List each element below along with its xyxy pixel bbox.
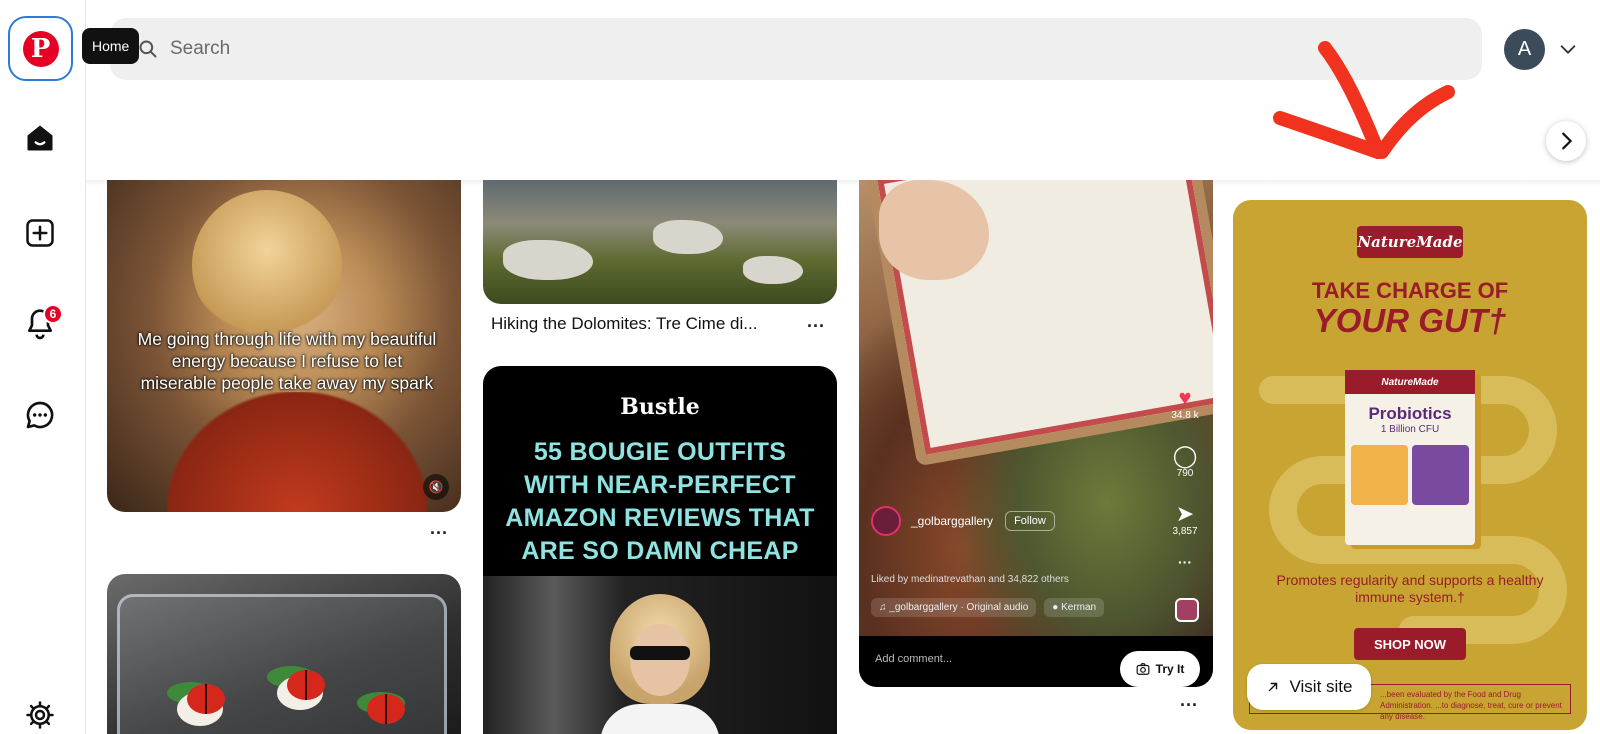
- pin-hiking-card[interactable]: [483, 180, 837, 304]
- sidebar-item-messages[interactable]: [15, 390, 65, 440]
- follow-button[interactable]: Follow: [1005, 511, 1055, 531]
- chevron-right-icon: [1562, 132, 1573, 150]
- pin-image-detail: [653, 220, 723, 254]
- carousel-next-button[interactable]: [1546, 121, 1586, 161]
- username[interactable]: _golbarggallery: [911, 514, 993, 528]
- location-label: Kerman: [1061, 602, 1097, 613]
- like-count: 34.8 k: [1171, 410, 1199, 421]
- comment-bar: Add comment... Try It: [859, 636, 1213, 687]
- annotation-arrow-icon: [1273, 41, 1455, 159]
- visit-site-label: Visit site: [1289, 677, 1353, 696]
- ad-headline-1: TAKE CHARGE OF: [1311, 278, 1509, 303]
- ladybug-decoration: [367, 694, 405, 724]
- sidebar-item-settings[interactable]: [15, 690, 65, 734]
- liked-by-text: Liked by medinatrevathan and 34,822 othe…: [871, 574, 1069, 585]
- pin-more-options[interactable]: ...: [1180, 690, 1198, 711]
- pin-video-card[interactable]: Me going through life with my beautiful …: [107, 180, 461, 512]
- notification-badge: 6: [43, 304, 63, 324]
- heart-icon: ♥: [1178, 385, 1192, 410]
- naturemade-logo: NatureMade: [1357, 226, 1463, 258]
- pin-bustle-card[interactable]: Bustle 55 BOUGIE OUTFITS WITH NEAR-PERFE…: [483, 366, 837, 734]
- pin-more-options[interactable]: ...: [807, 311, 825, 332]
- send-icon: ➤: [1175, 501, 1195, 526]
- home-icon: [27, 125, 53, 151]
- sidebar-item-create[interactable]: [15, 208, 65, 258]
- pin-more-options[interactable]: ...: [430, 518, 448, 539]
- search-icon: [139, 40, 157, 58]
- camera-icon: [1136, 663, 1150, 675]
- pin-brand: Bustle: [620, 394, 700, 420]
- chat-icon: [26, 401, 54, 429]
- box-brand: NatureMade: [1345, 370, 1475, 394]
- comment-icon: ◯: [1172, 443, 1198, 468]
- comment-button[interactable]: ◯ 790: [1171, 443, 1199, 480]
- pinterest-logo-button[interactable]: P: [8, 16, 73, 81]
- location-chip[interactable]: ● Kerman: [1044, 598, 1105, 617]
- pin-instagram-card[interactable]: ♥ 34.8 k ◯ 790 ➤ 3,857 ··· _golbarggalle…: [859, 180, 1213, 687]
- audio-label: _golbarggallery · Original audio: [889, 602, 1029, 613]
- pin-user-row: _golbarggallery Follow: [871, 506, 1055, 536]
- sidebar: P 6: [0, 0, 86, 734]
- audio-thumbnail[interactable]: [1175, 598, 1199, 622]
- avatar[interactable]: A: [1504, 29, 1545, 70]
- audio-chip[interactable]: ♫ _golbarggallery · Original audio: [871, 598, 1037, 617]
- pin-food-card[interactable]: [107, 574, 461, 734]
- box-title: Probiotics: [1368, 404, 1452, 423]
- try-it-label: Try It: [1155, 662, 1185, 676]
- comment-input[interactable]: Add comment...: [875, 653, 952, 665]
- try-it-button[interactable]: Try It: [1120, 651, 1200, 687]
- more-options-icon[interactable]: ···: [1171, 554, 1199, 570]
- plus-square-icon: [26, 219, 54, 247]
- box-subtitle: 1 Billion CFU: [1380, 424, 1440, 435]
- share-button[interactable]: ➤ 3,857: [1171, 501, 1199, 538]
- mute-icon[interactable]: 🔇: [423, 474, 449, 500]
- ad-headline-2: YOUR GUT†: [1313, 302, 1507, 339]
- pin-headline: 55 BOUGIE OUTFITS WITH NEAR-PERFECT AMAZ…: [505, 438, 815, 565]
- pin-caption: Me going through life with my beautiful …: [137, 329, 437, 393]
- user-avatar[interactable]: [871, 506, 901, 536]
- chevron-down-icon[interactable]: [1557, 38, 1579, 60]
- pin-image-model: [595, 594, 725, 734]
- share-count: 3,857: [1172, 526, 1198, 537]
- pin-image-detail: [167, 392, 427, 512]
- pin-image: [192, 190, 342, 340]
- external-link-icon: [1268, 682, 1277, 692]
- sidebar-item-notifications[interactable]: 6: [15, 299, 65, 349]
- gear-icon: [26, 701, 54, 729]
- sidebar-item-home[interactable]: [15, 113, 65, 163]
- ad-promo-text: Promotes regularity and supports a healt…: [1276, 572, 1544, 605]
- search-input[interactable]: Search: [170, 38, 230, 60]
- pin-title[interactable]: Hiking the Dolomites: Tre Cime di...: [491, 314, 757, 334]
- home-tooltip: Home: [82, 28, 140, 64]
- pin-image-detail: [743, 256, 803, 284]
- pin-ad-card[interactable]: NatureMade TAKE CHARGE OF YOUR GUT† Natu…: [1233, 200, 1587, 730]
- like-button[interactable]: ♥ 34.8 k: [1171, 385, 1199, 422]
- ladybug-decoration: [187, 684, 225, 714]
- ladybug-decoration: [287, 670, 325, 700]
- pin-chips: ♫ _golbarggallery · Original audio ● Ker…: [871, 598, 1105, 617]
- pinterest-logo-icon: P: [22, 30, 59, 67]
- shop-now-button[interactable]: SHOP NOW: [1354, 628, 1466, 660]
- pin-image: [503, 240, 593, 280]
- comment-count: 790: [1176, 468, 1194, 479]
- visit-site-button[interactable]: Visit site: [1247, 664, 1371, 710]
- product-box: NatureMade Probiotics 1 Billion CFU: [1345, 370, 1475, 545]
